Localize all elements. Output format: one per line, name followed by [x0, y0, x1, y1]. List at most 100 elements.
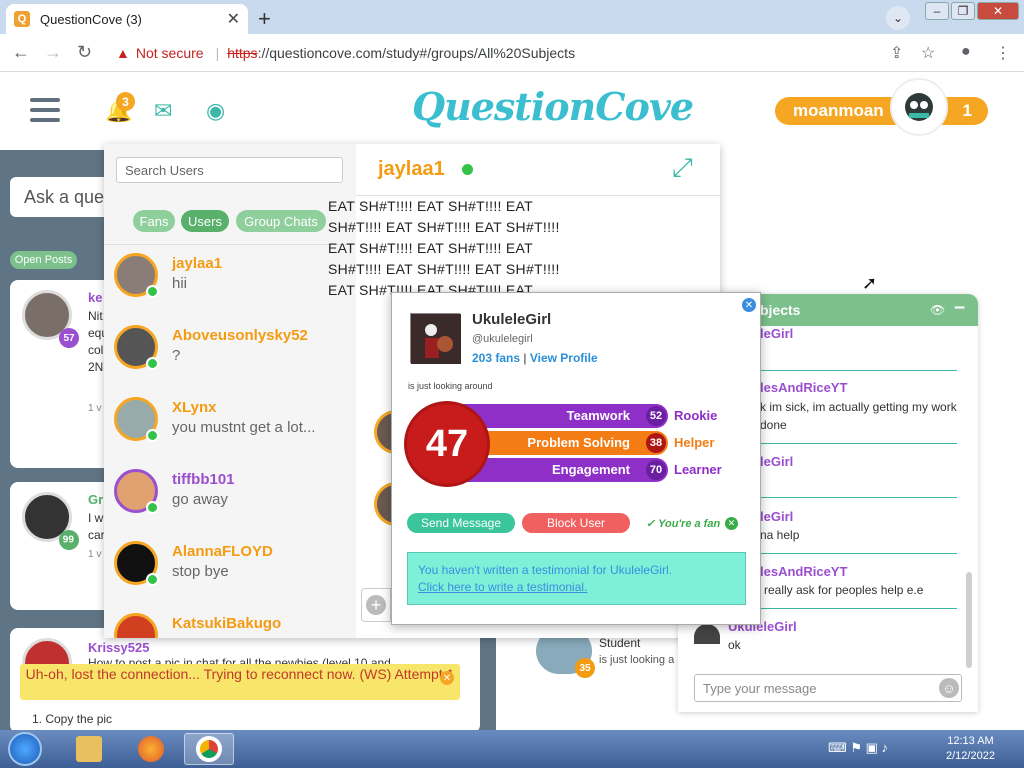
group-message-author[interactable]: leGirl	[760, 326, 793, 341]
close-icon[interactable]: ✕	[742, 298, 756, 312]
emoji-icon[interactable]: ☺	[939, 678, 959, 698]
tab-title: QuestionCove (3)	[40, 11, 142, 27]
block-user-button[interactable]: Block User	[522, 513, 630, 533]
online-dot-icon	[146, 357, 159, 370]
conversation-name: KatsukiBakugo	[172, 615, 282, 632]
search-users-input[interactable]: Search Users	[116, 157, 343, 183]
group-message-text: k im sick, im actually getting my work d…	[760, 400, 957, 432]
conversation-item[interactable]: AlannaFLOYD stop bye	[114, 541, 354, 601]
filter-users[interactable]: Users	[181, 210, 229, 232]
expand-icon[interactable]: ⤢	[672, 152, 693, 184]
user-avatar[interactable]	[890, 78, 948, 136]
eye-slash-icon[interactable]: 👁	[930, 303, 945, 317]
score-bar-label: Teamwork	[566, 408, 630, 423]
chat-message-line: EAT SH#T!!!! EAT SH#T!!!! EAT	[328, 198, 534, 214]
url-path: ://questioncove.com/study#/groups/All%20…	[257, 45, 576, 61]
start-button[interactable]	[8, 732, 42, 766]
back-arrow-icon[interactable]: ←	[12, 42, 30, 63]
address-bar: ← → ↻ ▲ Not secure | https ://questionco…	[0, 34, 1024, 72]
taskbar-firefox[interactable]	[126, 733, 176, 765]
warning-icon: ▲	[116, 45, 130, 61]
system-tray[interactable]: ⌨ ⚑ ▣ ♪	[828, 740, 888, 756]
post-author[interactable]: ke	[88, 290, 102, 305]
group-chat-title[interactable]: bjects	[760, 302, 800, 318]
reconnect-banner: Uh-oh, lost the connection... Trying to …	[20, 664, 460, 700]
minimize-icon[interactable]: –	[954, 296, 965, 319]
post-excerpt-line: 1. Copy the pic	[32, 712, 113, 726]
share-icon[interactable]: ⇪	[890, 43, 903, 63]
chat-partner-name[interactable]: jaylaa1	[378, 158, 445, 181]
taskbar-clock[interactable]: 12:13 AM 2/12/2022	[946, 734, 995, 764]
group-message-input[interactable]: Type your message	[694, 674, 962, 702]
url-field[interactable]: ▲ Not secure | https ://questioncove.com…	[106, 39, 952, 67]
problem-solving-rank: Helper	[674, 435, 715, 450]
window-close-icon[interactable]: ✕	[977, 2, 1019, 20]
conversation-item[interactable]: jaylaa1 hii	[114, 253, 354, 313]
fans-count-link[interactable]: 203 fans	[472, 351, 520, 365]
taskbar-explorer[interactable]	[64, 733, 114, 765]
minimize-icon[interactable]: –	[925, 2, 949, 20]
clock-time: 12:13 AM	[947, 735, 994, 747]
tab-search-icon[interactable]: ⌄	[886, 6, 910, 30]
filter-group-chats[interactable]: Group Chats	[236, 210, 326, 232]
windows-taskbar: ⌨ ⚑ ▣ ♪ 12:13 AM 2/12/2022	[0, 730, 1024, 768]
banner-close-icon[interactable]: ✕	[440, 671, 454, 685]
group-message-author[interactable]: lesAndRiceYT	[760, 380, 847, 395]
mail-icon[interactable]: ✉	[154, 98, 172, 124]
conversation-item[interactable]: Aboveusonlysky52 ?	[114, 325, 354, 385]
group-chat-scrollbar[interactable]	[966, 572, 972, 668]
teamwork-rank: Rookie	[674, 408, 718, 423]
maximize-icon[interactable]: ❐	[951, 2, 975, 20]
conversation-item[interactable]: tiffbb101 go away	[114, 469, 354, 529]
unfan-icon[interactable]: ✕	[725, 517, 738, 530]
profile-icon[interactable]: ●	[961, 43, 971, 61]
user-circle-icon[interactable]: ◉	[206, 98, 225, 124]
post-badge-value: 99	[63, 534, 75, 546]
score-bar-value: 38	[646, 433, 666, 453]
conversation-item[interactable]: XLynx you mustnt get a lot...	[114, 397, 354, 457]
engagement-rank: Learner	[674, 462, 722, 477]
bookmark-star-icon[interactable]: ☆	[921, 43, 935, 63]
group-message-avatar	[694, 624, 720, 644]
conversation-item[interactable]: KatsukiBakugo	[114, 613, 354, 638]
browser-tab[interactable]: Q QuestionCove (3) ✕	[6, 4, 248, 34]
user-level: 1	[962, 101, 972, 120]
conversation-name: AlannaFLOYD	[172, 543, 273, 560]
view-profile-link[interactable]: View Profile	[530, 351, 598, 365]
tab-open-posts[interactable]: Open Posts	[10, 251, 77, 269]
user-menu[interactable]: moanmoan 1	[775, 97, 988, 125]
hamburger-menu-icon[interactable]	[30, 98, 60, 128]
forward-arrow-icon[interactable]: →	[44, 42, 62, 63]
new-tab-icon[interactable]: +	[258, 6, 271, 32]
mouse-cursor-icon: ➚	[862, 273, 878, 293]
profile-name: UkuleleGirl	[472, 311, 552, 328]
post-meta: 1 v	[88, 403, 102, 414]
folder-icon	[76, 736, 102, 762]
divider	[752, 370, 957, 371]
taskbar-chrome[interactable]	[184, 733, 234, 765]
filter-fans[interactable]: Fans	[133, 210, 175, 232]
url-separator: |	[215, 45, 220, 61]
group-message-text: ok	[728, 638, 741, 652]
conversation-preview: stop bye	[172, 563, 229, 580]
plus-icon: +	[366, 595, 386, 615]
avatar-image-icon	[411, 314, 461, 364]
post-author[interactable]: Krissy525	[88, 640, 149, 655]
group-message-author[interactable]: leGirl	[760, 509, 793, 524]
send-message-button[interactable]: Send Message	[407, 513, 515, 533]
profile-avatar[interactable]	[410, 313, 461, 364]
group-message-text: na help	[760, 528, 800, 542]
reload-icon[interactable]: ↻	[77, 42, 92, 63]
profile-status: is just looking around	[408, 381, 493, 391]
chat-attach-button[interactable]: +	[361, 588, 391, 622]
group-message-author[interactable]: leGirl	[760, 454, 793, 469]
student-status: is just looking a	[599, 654, 675, 666]
site-logo[interactable]: QuestionCove	[412, 84, 694, 129]
tab-close-icon[interactable]: ✕	[227, 9, 240, 29]
divider	[752, 553, 957, 554]
fans-separator: |	[523, 351, 527, 365]
post-author[interactable]: Gr	[88, 492, 103, 507]
group-message-author[interactable]: lesAndRiceYT	[760, 564, 847, 579]
kebab-menu-icon[interactable]: ⋮	[995, 43, 1011, 63]
write-testimonial-link[interactable]: Click here to write a testimonial.	[418, 579, 735, 596]
